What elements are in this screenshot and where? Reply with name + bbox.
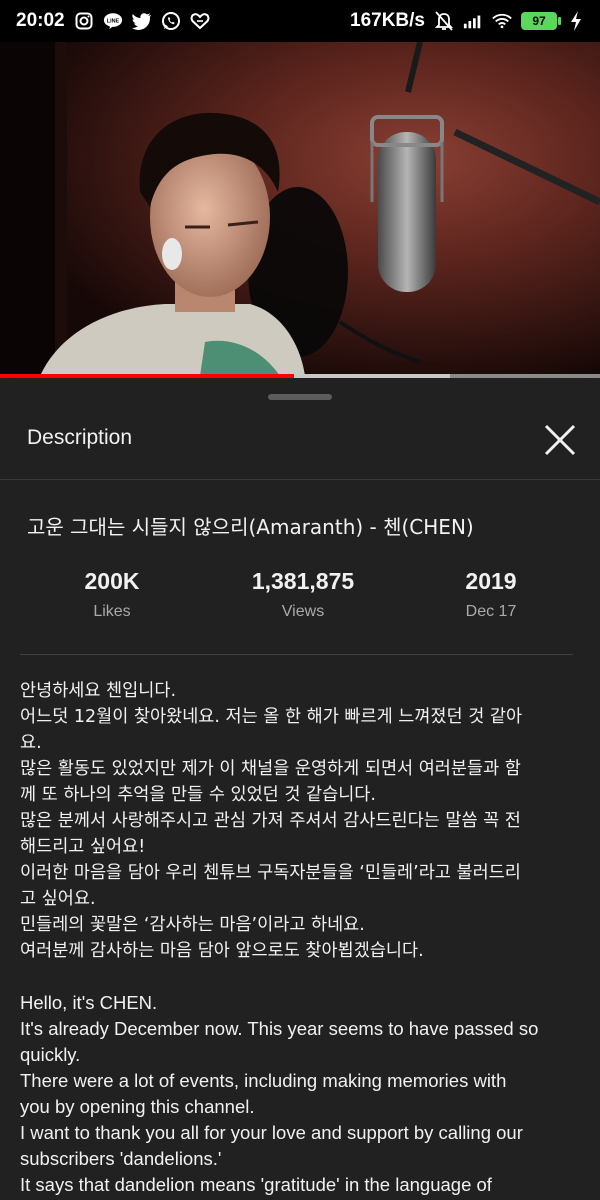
- description-line: 이러한 마음을 담아 우리 첸튜브 구독자분들을 ‘민들레’라고 불러드리: [20, 863, 521, 883]
- wifi-icon: [492, 11, 512, 31]
- heart-chat-icon: [190, 11, 210, 31]
- likes-label: Likes: [93, 603, 131, 620]
- drag-handle[interactable]: [268, 394, 332, 400]
- svg-text:LINE: LINE: [106, 18, 119, 24]
- description-line: I want to thank you all for your love an…: [20, 1122, 523, 1143]
- close-icon: [544, 424, 576, 456]
- likes-stat: 200K Likes: [22, 568, 202, 621]
- signal-icon: [463, 11, 483, 31]
- views-stat: 1,381,875 Views: [213, 568, 393, 621]
- description-line: 많은 활동도 있었지만 제가 이 채널을 운영하게 되면서 여러분들과 함: [20, 759, 521, 779]
- whatsapp-icon: [161, 11, 181, 31]
- description-line: 요.: [20, 733, 42, 753]
- publish-date: Dec 17: [465, 603, 517, 620]
- description-line: 고 싶어요.: [20, 889, 96, 909]
- battery-level: 97: [532, 14, 546, 28]
- likes-count: 200K: [84, 568, 140, 594]
- description-line: It says that dandelion means 'gratitude'…: [20, 1174, 492, 1195]
- description-line: 안녕하세요 첸입니다.: [20, 681, 177, 701]
- description-line: 께 또 하나의 추억을 만들 수 있었던 것 같습니다.: [20, 785, 376, 805]
- mute-bell-icon: [434, 11, 454, 31]
- network-speed: 167KB/s: [350, 10, 425, 31]
- description-line: you by opening this channel.: [20, 1096, 255, 1117]
- battery-icon: 97: [521, 12, 561, 30]
- sheet-title: Description: [27, 426, 133, 449]
- description-sheet: Description 고운 그대는 시들지 않으리(Amaranth) - 첸…: [0, 378, 600, 1200]
- description-line: 많은 분께서 사랑해주시고 관심 가져 주셔서 감사드린다는 말씀 꼭 전: [20, 811, 521, 831]
- views-label: Views: [281, 603, 325, 620]
- description-line: Hello, it's CHEN.: [20, 992, 158, 1013]
- description-line: quickly.: [20, 1044, 81, 1065]
- description-line: It's already December now. This year see…: [20, 1018, 539, 1039]
- close-button[interactable]: [540, 420, 580, 460]
- divider: [20, 654, 573, 655]
- status-bar: 20:02 LINE 167KB/s 97: [0, 0, 600, 42]
- description-line: There were a lot of events, including ma…: [20, 1070, 507, 1091]
- description-line: 민들레의 꽃말은 ‘감사하는 마음’이라고 하네요.: [20, 915, 365, 935]
- video-frame: [0, 42, 600, 376]
- video-player[interactable]: [0, 42, 600, 376]
- description-line: 해드리고 싶어요!: [20, 837, 146, 857]
- charging-icon: [566, 11, 586, 31]
- description-line: 어느덧 12월이 찾아왔네요. 저는 올 한 해가 빠르게 느껴졌던 것 같아: [20, 707, 523, 727]
- status-time: 20:02: [16, 10, 65, 31]
- description-line: 여러분께 감사하는 마음 담아 앞으로도 찾아뵙겠습니다.: [20, 941, 424, 961]
- description-text: 안녕하세요 첸입니다. 어느덧 12월이 찾아왔네요. 저는 올 한 해가 빠르…: [20, 678, 580, 1198]
- twitter-icon: [131, 11, 152, 31]
- stats-row: 200K Likes 1,381,875 Views 2019 Dec 17: [0, 568, 600, 638]
- date-stat: 2019 Dec 17: [401, 568, 581, 621]
- line-icon: LINE: [103, 11, 123, 31]
- publish-year: 2019: [465, 568, 517, 594]
- description-line: subscribers 'dandelions.': [20, 1148, 222, 1169]
- views-count: 1,381,875: [251, 568, 355, 594]
- instagram-icon: [74, 11, 94, 31]
- sheet-header: Description: [0, 402, 600, 480]
- video-title: 고운 그대는 시들지 않으리(Amaranth) - 첸(CHEN): [27, 515, 474, 539]
